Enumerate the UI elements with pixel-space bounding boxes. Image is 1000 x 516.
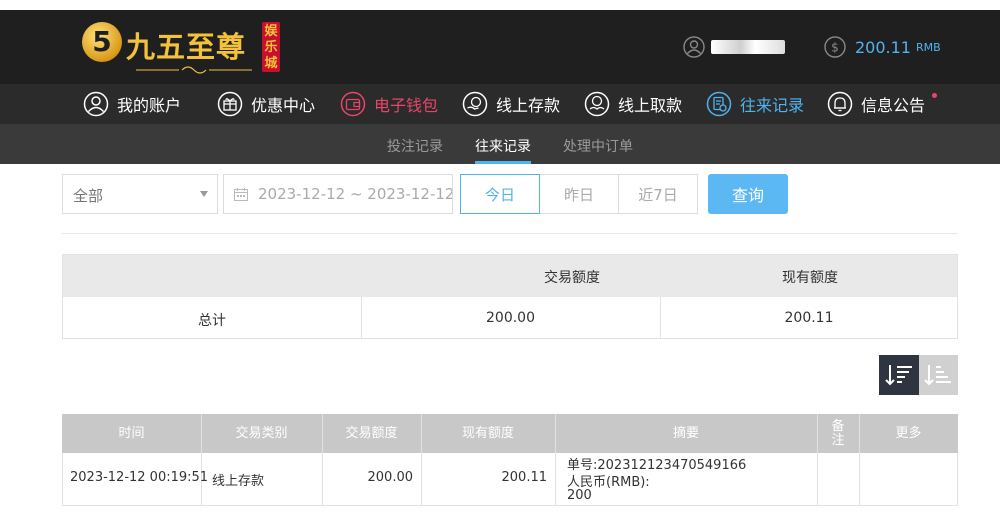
row-summary-amount: 200 — [567, 488, 592, 503]
top-band — [0, 0, 1000, 10]
sub-nav: 投注记录 往来记录 处理中订单 — [0, 124, 1000, 164]
sort-desc-button[interactable] — [879, 355, 919, 395]
user-info[interactable] — [683, 36, 785, 58]
balance-display: $ 200.11 RMB — [824, 36, 941, 58]
row-time: 2023-12-12 00:19:51 — [70, 470, 209, 485]
balance-amount: 200.11 — [855, 37, 911, 57]
deposit-icon — [462, 91, 488, 117]
row-type: 线上存款 — [212, 474, 265, 489]
nav-item-online-withdraw[interactable]: 线上取款 — [584, 90, 682, 118]
dollar-coin-icon: $ — [824, 36, 846, 58]
nav-item-transaction-records[interactable]: 往来记录 — [706, 90, 804, 118]
summary-header-current-amount: 现有额度 — [782, 270, 838, 286]
date-range-input[interactable]: 2023-12-12 ~ 2023-12-12 — [223, 174, 453, 214]
main-nav: 我的账户 优惠中心 电子钱包 线上存款 线上取款 往来记录 信息公告 — [0, 84, 1000, 124]
col-summary: 摘要 — [672, 425, 699, 441]
nav-label: 电子钱包 — [374, 96, 439, 115]
row-amount: 200.00 — [367, 470, 414, 485]
tab-pending-orders[interactable]: 处理中订单 — [563, 136, 633, 156]
person-circle-icon — [83, 91, 109, 117]
logo-title: 九五至尊 — [126, 30, 247, 64]
brand-logo[interactable]: 5 九五至尊 娱乐城 — [82, 20, 282, 75]
nav-item-online-deposit[interactable]: 线上存款 — [462, 90, 560, 118]
query-button[interactable]: 查询 — [708, 174, 788, 214]
type-select-value: 全部 — [73, 187, 104, 205]
nav-item-promotions[interactable]: 优惠中心 — [217, 90, 315, 118]
user-icon — [683, 36, 705, 58]
sort-descending-icon — [885, 365, 912, 386]
nav-item-my-account[interactable]: 我的账户 — [83, 90, 181, 118]
divider — [62, 233, 958, 234]
nav-item-announcements[interactable]: 信息公告 — [827, 90, 925, 118]
sort-buttons — [879, 355, 958, 395]
summary-table: 交易额度 现有额度 总计 200.00 200.11 — [62, 254, 958, 339]
summary-current-amount: 200.11 — [784, 310, 834, 326]
nav-label: 信息公告 — [861, 96, 926, 115]
nav-label: 线上存款 — [496, 96, 561, 115]
date-range-value: 2023-12-12 ~ 2023-12-12 — [258, 185, 453, 203]
tab-transaction-records[interactable]: 往来记录 — [475, 136, 531, 156]
sort-ascending-icon — [924, 365, 952, 386]
tab-bet-records[interactable]: 投注记录 — [387, 136, 443, 156]
nav-label: 我的账户 — [117, 96, 182, 115]
range-yesterday-button[interactable]: 昨日 — [540, 174, 619, 214]
col-type: 交易类别 — [235, 425, 288, 441]
withdraw-icon — [584, 91, 610, 117]
username-redacted — [711, 40, 785, 54]
row-balance: 200.11 — [501, 470, 548, 485]
logo-tag: 娱乐城 — [262, 22, 280, 72]
summary-row-label: 总计 — [198, 313, 226, 329]
col-balance: 现有额度 — [461, 425, 514, 441]
col-amount: 交易额度 — [345, 425, 398, 441]
calendar-icon — [234, 188, 248, 201]
active-tab-indicator — [475, 161, 531, 164]
bell-icon — [827, 91, 853, 117]
records-icon — [706, 91, 732, 117]
nav-label: 优惠中心 — [251, 96, 316, 115]
range-today-button[interactable]: 今日 — [460, 174, 540, 214]
quick-range-group: 今日 昨日 近7日 — [460, 174, 698, 214]
notification-dot — [932, 93, 937, 98]
summary-trade-amount: 200.00 — [486, 310, 535, 326]
logo-mark: 5 — [82, 22, 122, 62]
sort-asc-button[interactable] — [918, 355, 958, 395]
col-note: 备 注 — [831, 418, 845, 448]
nav-label: 线上取款 — [618, 96, 683, 115]
site-header: 5 九五至尊 娱乐城 $ 200.11 RMB — [0, 10, 1000, 84]
table-row[interactable]: 2023-12-12 00:19:51 线上存款 200.00 200.11 单… — [62, 453, 958, 506]
col-time: 时间 — [118, 425, 145, 441]
caret-down-icon — [200, 191, 208, 197]
gift-icon — [217, 91, 243, 117]
logo-ornament-icon — [136, 66, 252, 74]
balance-currency: RMB — [915, 40, 941, 54]
nav-label: 往来记录 — [740, 96, 805, 115]
wallet-icon — [340, 91, 366, 117]
svg-text:$: $ — [831, 41, 839, 55]
range-7days-button[interactable]: 近7日 — [619, 174, 698, 214]
col-more: 更多 — [895, 425, 922, 441]
type-select[interactable]: 全部 — [62, 174, 218, 214]
nav-item-e-wallet[interactable]: 电子钱包 — [340, 90, 438, 118]
